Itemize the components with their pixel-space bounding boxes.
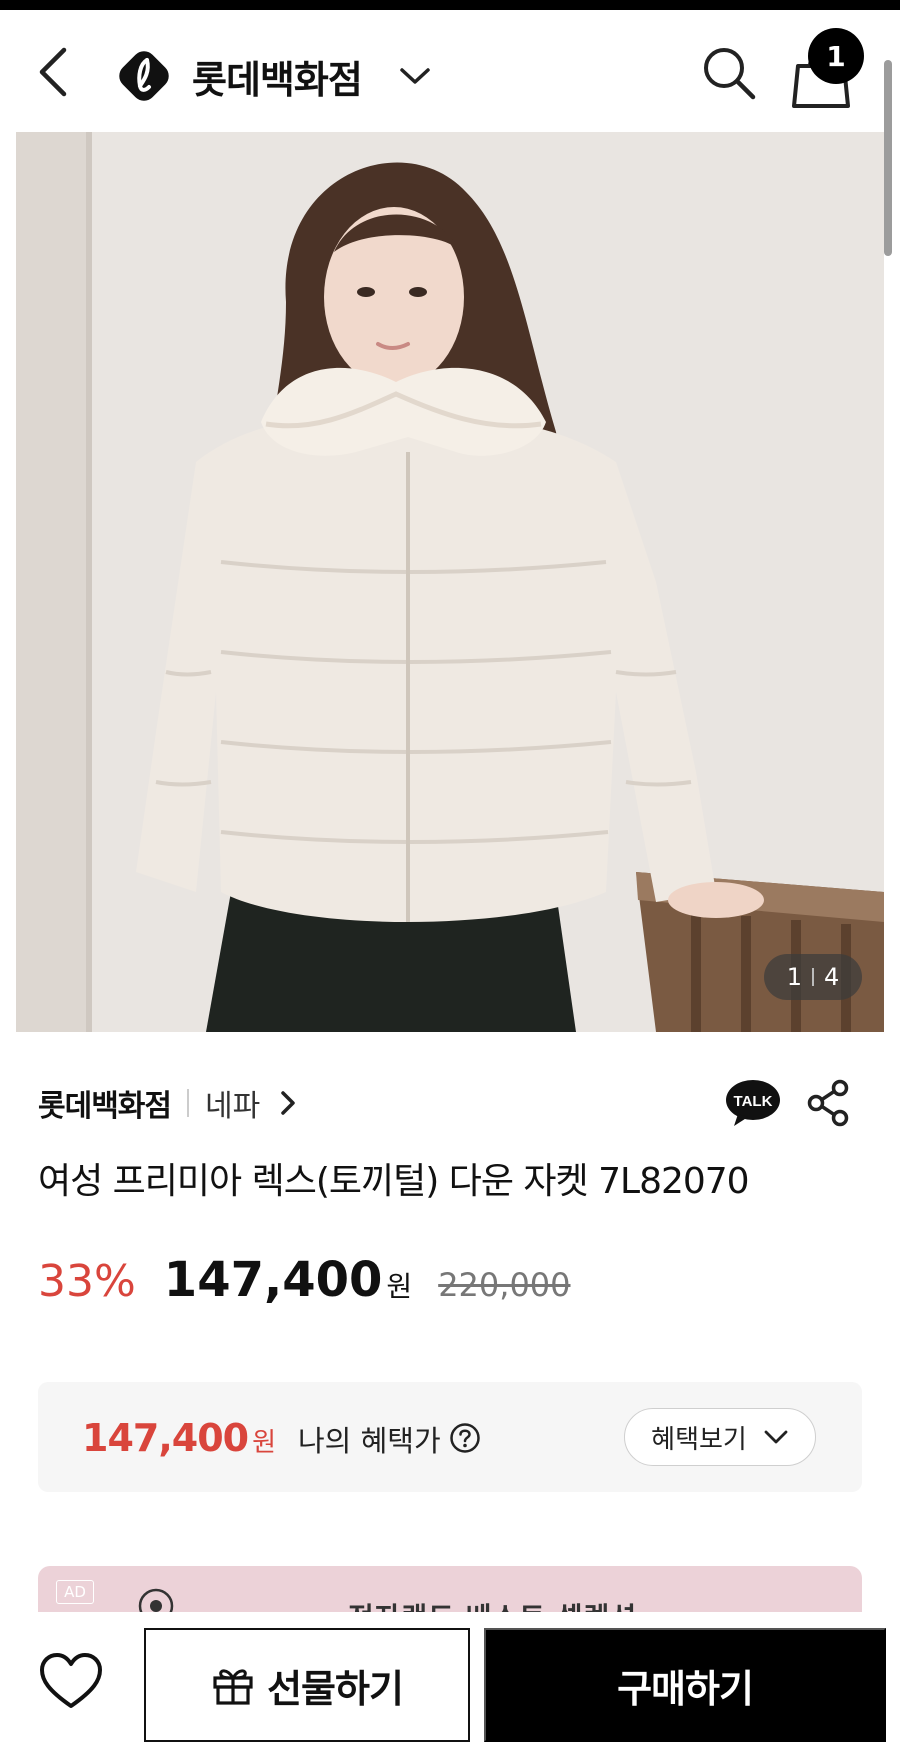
page-scrollbar[interactable] [884,60,892,256]
talk-chat-icon: TALK [726,1080,780,1126]
gift-button-label: 선물하기 [267,1666,404,1711]
heart-icon [40,1653,102,1708]
gift-icon [213,1669,253,1705]
wishlist-button[interactable] [38,1652,104,1712]
chevron-down-icon [400,68,430,84]
view-benefits-button[interactable]: 혜택보기 [624,1408,816,1466]
brand-selector[interactable]: 롯데백화점 [114,46,432,106]
gift-button[interactable]: 선물하기 [144,1628,470,1742]
original-price: 220,000 [438,1266,571,1304]
back-button[interactable] [34,42,76,102]
brand-name-link: 네파 [205,1089,261,1124]
my-benefit-box: 147,400 원 나의 혜택가 혜택보기 [38,1382,862,1492]
search-icon [704,48,756,100]
buy-button-label: 구매하기 [617,1666,754,1711]
chevron-down-icon [764,1430,788,1444]
price-unit: 원 [386,1270,413,1303]
benefit-price: 147,400 [82,1416,249,1460]
talk-icon-label: TALK [734,1093,773,1110]
product-photo [16,132,884,1032]
cart-count-badge: 1 [808,28,864,84]
bottom-action-bar: 선물하기 구매하기 [0,1612,900,1752]
product-image[interactable] [16,132,884,1032]
talk-button[interactable]: TALK [724,1078,782,1128]
seller-brand-link[interactable]: 롯데백화점 네파 [38,1078,296,1128]
sale-price: 147,400 [163,1252,383,1308]
search-button[interactable] [700,44,758,102]
top-header: 롯데백화점 1 [0,10,900,132]
discount-rate: 33% [38,1256,136,1307]
status-bar [0,0,900,10]
buy-button[interactable]: 구매하기 [484,1628,886,1742]
benefit-label: 나의 혜택가 [298,1424,441,1458]
product-title: 여성 프리미아 렉스(토끼털) 다운 자켓 7L82070 [38,1161,750,1202]
seller-divider [187,1089,189,1117]
counter-divider [812,968,814,986]
lotte-logo-icon [119,51,169,101]
image-current: 1 [786,963,802,991]
share-button[interactable] [806,1078,852,1128]
question-circle-icon[interactable] [449,1422,481,1454]
chevron-right-icon [281,1091,295,1115]
price-row: 33% 147,400 원 220,000 [38,1252,571,1312]
benefit-price-row: 147,400 원 나의 혜택가 [82,1416,481,1460]
view-benefits-label: 혜택보기 [651,1424,747,1455]
chevron-left-icon [39,47,67,97]
seller-name: 롯데백화점 [38,1089,172,1124]
image-counter: 1 4 [764,954,862,1000]
share-icon [807,1079,849,1127]
ad-badge: AD [56,1580,94,1604]
benefit-price-unit: 원 [252,1428,276,1458]
brand-name: 롯데백화점 [192,57,363,102]
image-total: 4 [824,963,840,991]
